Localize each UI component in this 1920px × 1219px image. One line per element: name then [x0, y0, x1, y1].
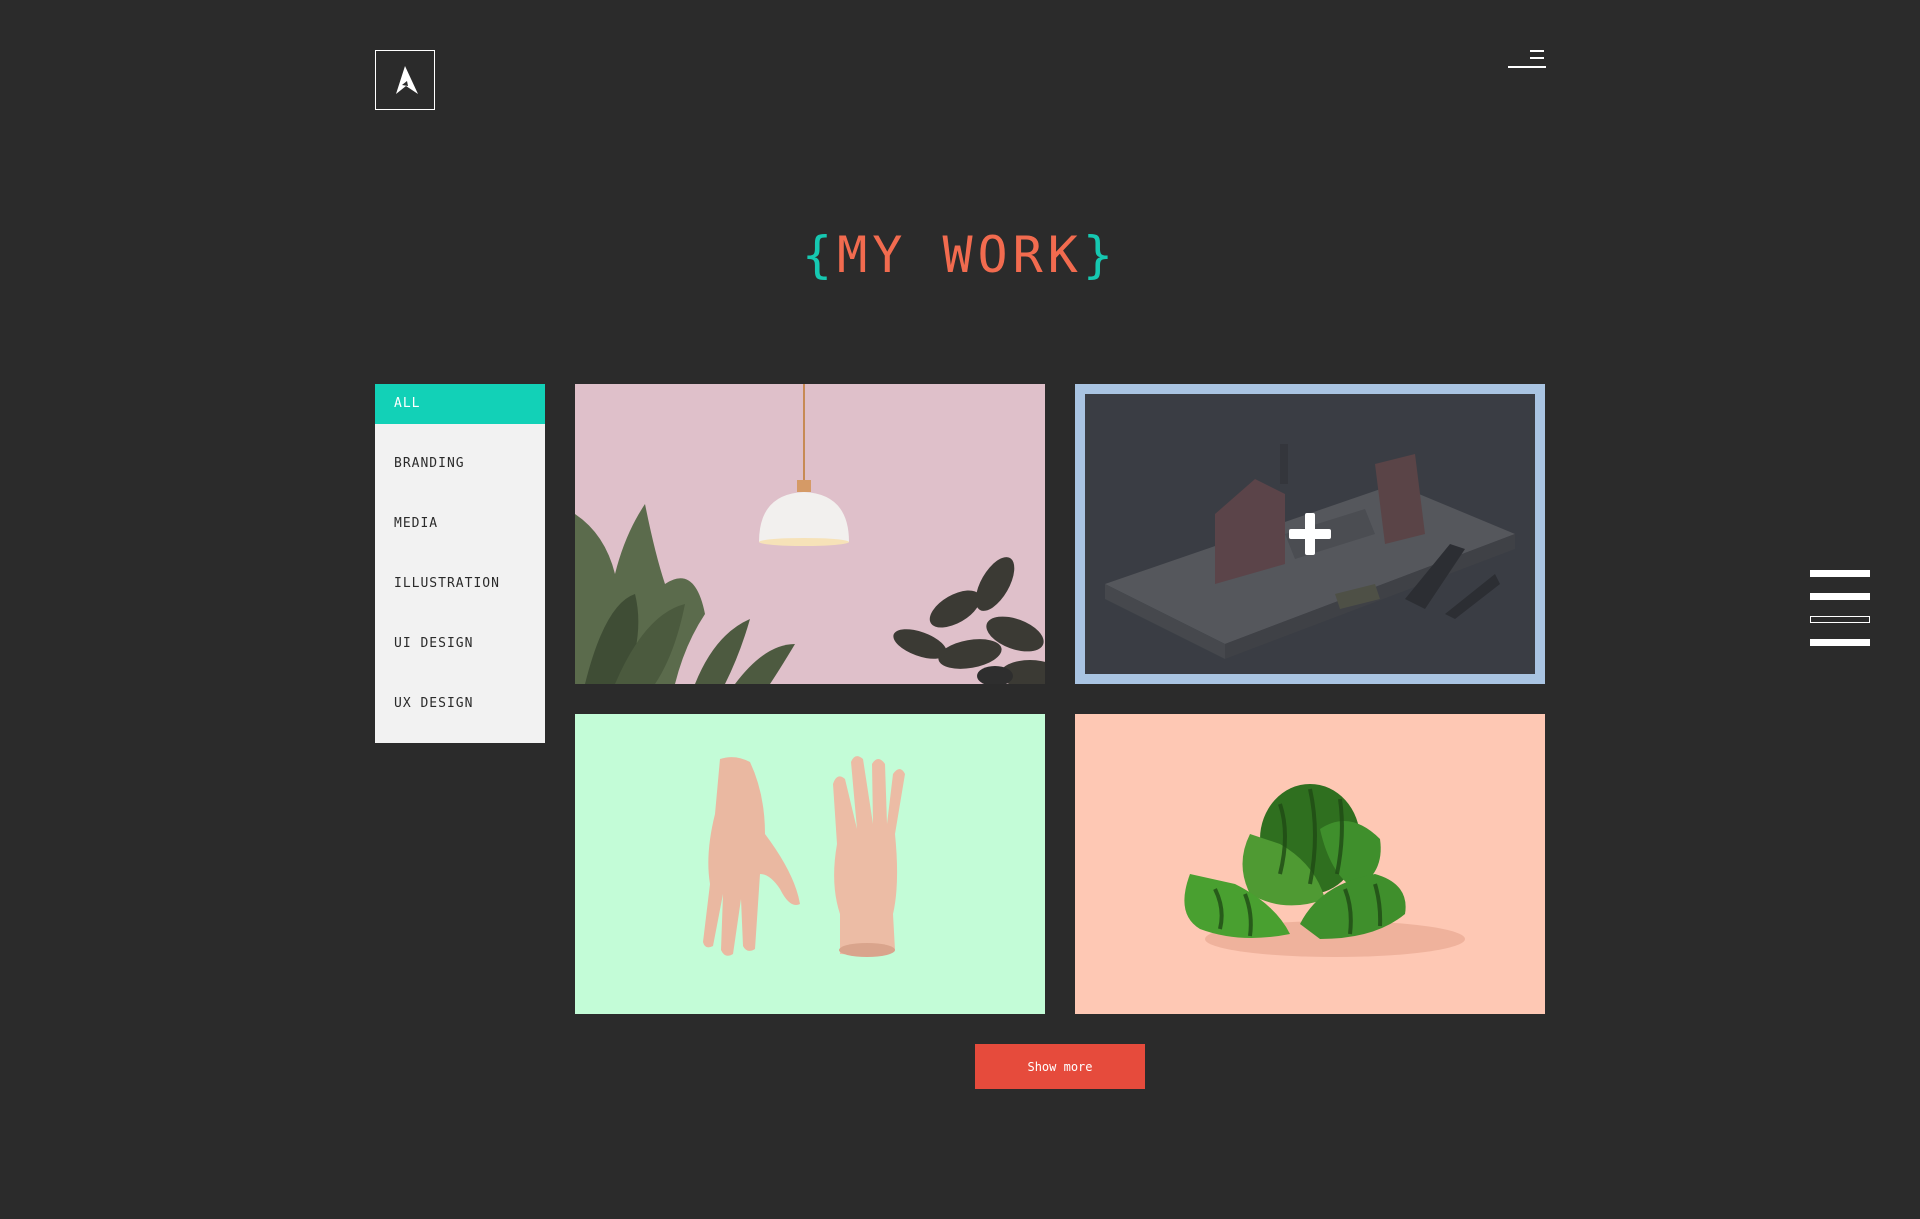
side-menu-icon[interactable]	[1810, 570, 1870, 650]
logo[interactable]	[375, 50, 435, 110]
watermelon-image	[1075, 714, 1545, 1014]
a-logo-icon	[396, 66, 418, 94]
portfolio-item-lamp[interactable]	[575, 384, 1045, 684]
mannequin-hands-image	[575, 714, 1045, 1014]
page-title: {MY WORK}	[0, 226, 1920, 284]
open-brace: {	[802, 226, 838, 284]
portfolio-item-house[interactable]	[1075, 384, 1545, 684]
filter-branding[interactable]: BRANDING	[375, 444, 545, 484]
page-title-text: MY WORK	[837, 226, 1083, 284]
pendant-lamp-image	[575, 384, 1045, 684]
filter-illustration[interactable]: ILLUSTRATION	[375, 564, 545, 604]
close-brace: }	[1082, 226, 1118, 284]
filter-ux-design[interactable]: UX DESIGN	[375, 684, 545, 724]
filter-all[interactable]: ALL	[375, 384, 545, 424]
category-filter: ALL BRANDING MEDIA ILLUSTRATION UI DESIG…	[375, 384, 545, 743]
portfolio-item-watermelon[interactable]	[1075, 714, 1545, 1014]
filter-ui-design[interactable]: UI DESIGN	[375, 624, 545, 664]
menu-icon[interactable]	[1508, 49, 1546, 69]
paper-house-image	[1075, 384, 1545, 684]
show-more-button[interactable]: Show more	[975, 1044, 1145, 1089]
portfolio-item-hands[interactable]	[575, 714, 1045, 1014]
filter-media[interactable]: MEDIA	[375, 504, 545, 544]
